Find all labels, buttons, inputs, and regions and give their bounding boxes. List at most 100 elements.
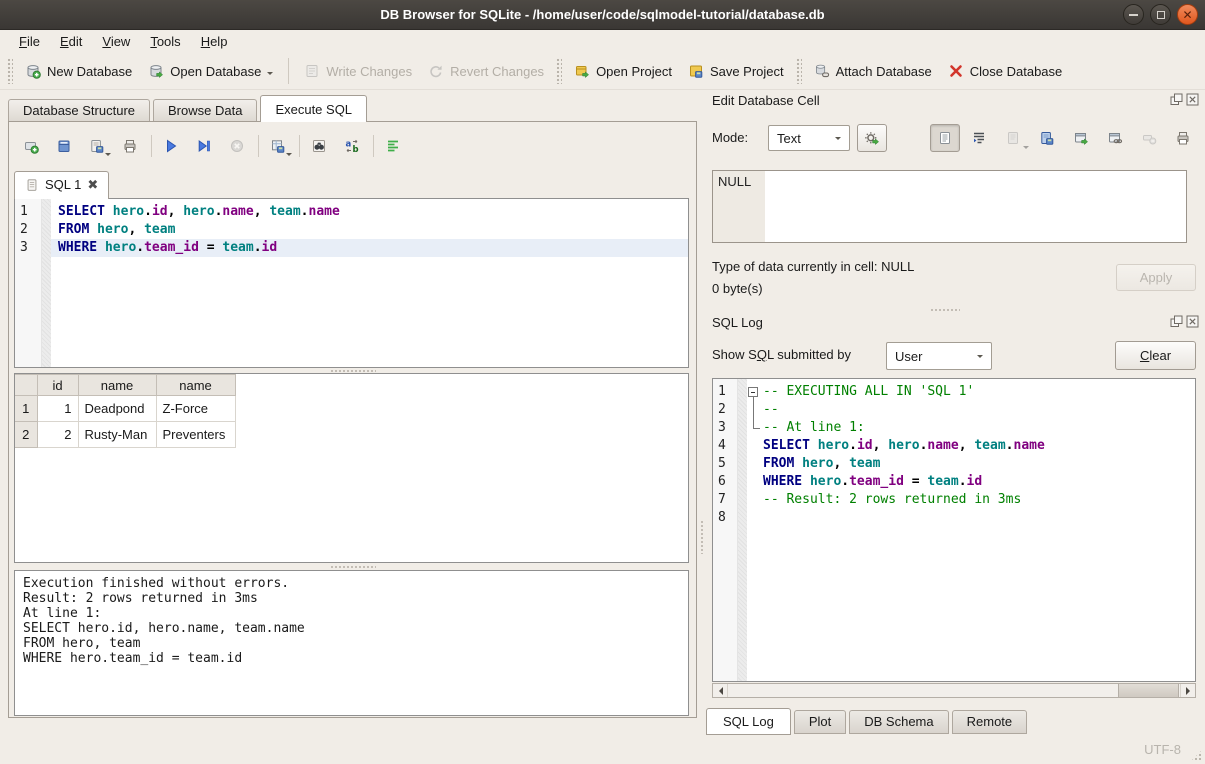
table-cell[interactable]: 2: [37, 422, 78, 448]
bottom-tab-plot[interactable]: Plot: [794, 710, 846, 734]
tab-sql-1[interactable]: SQL 1 ✖: [14, 171, 109, 199]
table-cell[interactable]: Z-Force: [156, 396, 235, 422]
editor-fold-margin: [42, 199, 51, 367]
saveas-doc-button[interactable]: [1032, 124, 1062, 152]
log-filter-select[interactable]: User: [886, 342, 992, 370]
cell-editor[interactable]: NULL: [712, 170, 1187, 243]
save-project-button[interactable]: Save Project: [680, 58, 792, 84]
row-header[interactable]: 2: [15, 422, 37, 448]
close-button[interactable]: ✕: [1177, 4, 1198, 25]
message-line: At line 1:: [23, 606, 680, 621]
tab-execute-sql[interactable]: Execute SQL: [260, 95, 367, 122]
line-number: 8: [713, 509, 737, 527]
fold-margin: [747, 491, 763, 509]
column-header-id[interactable]: id: [37, 375, 78, 396]
menu-tools[interactable]: Tools: [140, 31, 190, 52]
editor-code-area[interactable]: SELECT hero.id, hero.name, team.nameFROM…: [51, 199, 688, 367]
splitter-vertical[interactable]: [700, 520, 705, 554]
open-sql-button[interactable]: [51, 133, 77, 159]
sql-tab-label: SQL 1: [45, 177, 81, 192]
link-window-button[interactable]: [1100, 124, 1130, 152]
save-sql-icon: [89, 138, 105, 154]
row-header[interactable]: 1: [15, 396, 37, 422]
table-cell[interactable]: Preventers: [156, 422, 235, 448]
menu-help[interactable]: Help: [191, 31, 238, 52]
toolbar-separator: [299, 135, 300, 157]
scroll-left-arrow[interactable]: [713, 684, 728, 697]
save-sql-button[interactable]: [84, 133, 110, 159]
bottom-tab-remote[interactable]: Remote: [952, 710, 1028, 734]
close-panel-icon[interactable]: [1186, 315, 1199, 328]
dropdown-caret-icon[interactable]: [105, 153, 111, 159]
close-tab-icon[interactable]: ✖: [87, 178, 98, 191]
maximize-button[interactable]: [1150, 4, 1171, 25]
execute-all-button[interactable]: [158, 133, 184, 159]
open-database-icon: [148, 63, 164, 79]
menu-file[interactable]: File: [9, 31, 50, 52]
attach-database-button[interactable]: Attach Database: [806, 58, 940, 84]
table-cell[interactable]: Deadpond: [78, 396, 156, 422]
open-project-button[interactable]: Open Project: [566, 58, 680, 84]
sql-editor[interactable]: 123 SELECT hero.id, hero.name, team.name…: [14, 198, 689, 368]
close-panel-icon[interactable]: [1186, 93, 1199, 106]
external-window-button[interactable]: [1066, 124, 1096, 152]
sql-editor-line: SELECT hero.id, hero.name, team.name: [51, 203, 688, 221]
column-header-name[interactable]: name: [78, 375, 156, 396]
maximize-icon: [1157, 11, 1165, 19]
execution-message-box[interactable]: Execution finished without errors.Result…: [14, 570, 689, 716]
clear-log-button[interactable]: Clear: [1115, 341, 1196, 370]
cell-editor-blank: [765, 171, 1186, 242]
menu-view[interactable]: View: [92, 31, 140, 52]
fold-margin: [747, 401, 763, 419]
sql-log-line: WHERE hero.team_id = team.id: [747, 473, 1195, 491]
print-button[interactable]: [117, 133, 143, 159]
auto-apply-button[interactable]: [857, 124, 887, 152]
write-changes-button: Write Changes: [296, 58, 420, 84]
apply-button[interactable]: Apply: [1116, 264, 1196, 291]
scroll-right-arrow[interactable]: [1180, 684, 1195, 697]
tab-database-structure[interactable]: Database Structure: [8, 99, 150, 122]
close-database-button[interactable]: Close Database: [940, 58, 1071, 84]
float-panel-icon[interactable]: [1170, 93, 1183, 106]
import-doc-icon: [1005, 130, 1021, 146]
sql-log-view[interactable]: 12345678 -- EXECUTING ALL IN 'SQL 1'----…: [712, 378, 1196, 682]
format-button[interactable]: [380, 133, 406, 159]
bottom-tab-db-schema[interactable]: DB Schema: [849, 710, 948, 734]
log-code-area: -- EXECUTING ALL IN 'SQL 1'---- At line …: [747, 379, 1195, 681]
line-number: 1: [15, 203, 41, 221]
menu-edit[interactable]: Edit: [50, 31, 92, 52]
table-cell[interactable]: Rusty-Man: [78, 422, 156, 448]
find-button[interactable]: [306, 133, 332, 159]
open-database-button[interactable]: Open Database: [140, 58, 281, 84]
fold-collapse-icon[interactable]: [747, 383, 763, 401]
table-cell[interactable]: 1: [37, 396, 78, 422]
dropdown-caret-icon[interactable]: [267, 72, 273, 78]
revert-changes-button: Revert Changes: [420, 58, 552, 84]
mode-select[interactable]: Text: [768, 125, 850, 151]
resize-grip[interactable]: [1190, 749, 1203, 762]
minimize-button[interactable]: [1123, 4, 1144, 25]
dropdown-caret-icon[interactable]: [286, 153, 292, 159]
splitter-cell-log[interactable]: [930, 308, 960, 313]
corner-header: [15, 375, 37, 396]
log-horizontal-scrollbar[interactable]: [712, 683, 1196, 698]
sql-log-line: -- EXECUTING ALL IN 'SQL 1': [747, 383, 1195, 401]
new-tab-button[interactable]: [18, 133, 44, 159]
encoding-status: UTF-8: [1144, 742, 1181, 757]
float-panel-icon[interactable]: [1170, 315, 1183, 328]
execute-line-button[interactable]: [191, 133, 217, 159]
bottom-tab-sql-log[interactable]: SQL Log: [706, 708, 791, 735]
line-number: 6: [713, 473, 737, 491]
open-project-icon: [574, 63, 590, 79]
line-number: 3: [15, 239, 41, 257]
wrap-button[interactable]: [964, 124, 994, 152]
text-doc-button[interactable]: [930, 124, 960, 152]
export-results-button[interactable]: [265, 133, 291, 159]
column-header-name[interactable]: name: [156, 375, 235, 396]
print2-button[interactable]: [1168, 124, 1198, 152]
replace-button[interactable]: ab: [339, 133, 365, 159]
scrollbar-thumb[interactable]: [1118, 684, 1179, 697]
new-database-button[interactable]: New Database: [17, 58, 140, 84]
sql-log-dock-header: SQL Log: [712, 315, 1199, 331]
tab-browse-data[interactable]: Browse Data: [153, 99, 257, 122]
